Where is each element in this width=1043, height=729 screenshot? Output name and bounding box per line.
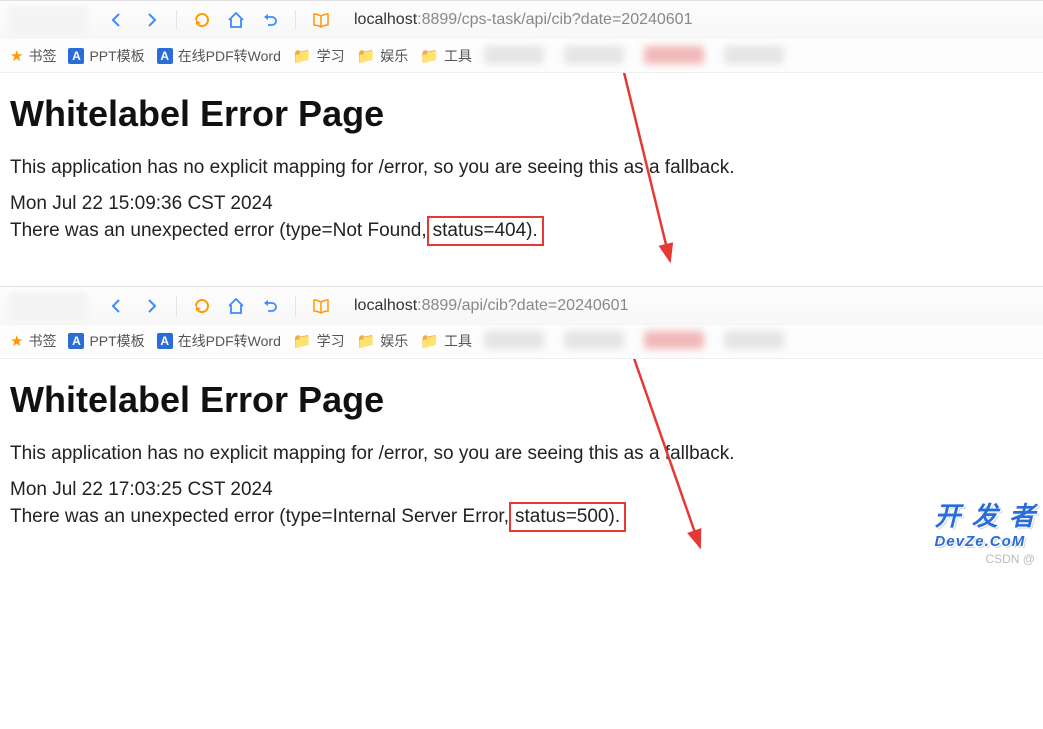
- url-host: localhost: [354, 11, 417, 29]
- bookmark-pdf[interactable]: A在线PDF转Word: [157, 46, 281, 66]
- folder-icon: 📁: [293, 47, 312, 65]
- toolbar-separator: [176, 296, 177, 316]
- error-detail: There was an unexpected error (type=Inte…: [10, 502, 1033, 532]
- home-button[interactable]: [221, 5, 251, 35]
- error-detail: There was an unexpected error (type=Not …: [10, 216, 1033, 246]
- error-timestamp: Mon Jul 22 15:09:36 CST 2024: [10, 191, 1033, 217]
- a-icon: A: [68, 48, 84, 64]
- address-bar[interactable]: localhost:8899/api/cib?date=20240601: [340, 292, 1035, 320]
- bookmark-pdf[interactable]: A在线PDF转Word: [157, 331, 281, 351]
- undo-button[interactable]: [255, 291, 285, 321]
- a-icon: A: [157, 333, 173, 349]
- bookmarks-label[interactable]: ★书签: [10, 331, 56, 351]
- toolbar-separator: [295, 10, 296, 30]
- bookmarks-bar: ★书签 APPT模板 A在线PDF转Word 📁学习 📁娱乐 📁工具: [0, 39, 1043, 73]
- forward-button[interactable]: [136, 291, 166, 321]
- home-button[interactable]: [221, 291, 251, 321]
- bookmarks-bar: ★书签 APPT模板 A在线PDF转Word 📁学习 📁娱乐 📁工具: [0, 325, 1043, 359]
- bookmark-ppt[interactable]: APPT模板: [68, 331, 144, 351]
- star-icon: ★: [10, 47, 23, 65]
- bookmark-ppt[interactable]: APPT模板: [68, 46, 144, 66]
- url-path: :8899/api/cib?date=20240601: [417, 297, 628, 315]
- error-prefix: There was an unexpected error (type=Not …: [10, 220, 427, 241]
- browser-window-1: localhost:8899/cps-task/api/cib?date=202…: [0, 0, 1043, 286]
- folder-icon: 📁: [293, 332, 312, 350]
- bookmark-study[interactable]: 📁学习: [293, 331, 345, 351]
- a-icon: A: [157, 48, 173, 64]
- browser-window-2: localhost:8899/api/cib?date=20240601 ★书签…: [0, 286, 1043, 572]
- url-host: localhost: [354, 297, 417, 315]
- error-message: This application has no explicit mapping…: [10, 441, 1033, 467]
- reader-button[interactable]: [306, 5, 336, 35]
- page-title: Whitelabel Error Page: [10, 93, 1033, 135]
- toolbar-separator: [295, 296, 296, 316]
- folder-icon: 📁: [357, 47, 376, 65]
- tab-stub[interactable]: [8, 291, 88, 321]
- bookmark-tools[interactable]: 📁工具: [420, 46, 472, 66]
- url-path: :8899/cps-task/api/cib?date=20240601: [417, 11, 692, 29]
- error-message: This application has no explicit mapping…: [10, 155, 1033, 181]
- page-content: Whitelabel Error Page This application h…: [0, 359, 1043, 572]
- page-title: Whitelabel Error Page: [10, 379, 1033, 421]
- forward-button[interactable]: [136, 5, 166, 35]
- browser-toolbar: localhost:8899/cps-task/api/cib?date=202…: [0, 1, 1043, 39]
- a-icon: A: [68, 333, 84, 349]
- tab-stub[interactable]: [8, 5, 88, 35]
- star-icon: ★: [10, 332, 23, 350]
- watermark-logo: 开 发 者 DevZe.CoM: [935, 496, 1037, 550]
- toolbar-separator: [176, 10, 177, 30]
- bookmark-entertainment[interactable]: 📁娱乐: [357, 46, 409, 66]
- back-button[interactable]: [102, 5, 132, 35]
- reader-button[interactable]: [306, 291, 336, 321]
- bookmarks-label[interactable]: ★书签: [10, 46, 56, 66]
- error-status-highlight: status=500).: [509, 502, 626, 532]
- folder-icon: 📁: [420, 332, 439, 350]
- reload-button[interactable]: [187, 291, 217, 321]
- page-content: Whitelabel Error Page This application h…: [0, 73, 1043, 286]
- folder-icon: 📁: [357, 332, 376, 350]
- reload-button[interactable]: [187, 5, 217, 35]
- bookmark-blurred: [484, 331, 1033, 351]
- back-button[interactable]: [102, 291, 132, 321]
- bookmark-entertainment[interactable]: 📁娱乐: [357, 331, 409, 351]
- error-prefix: There was an unexpected error (type=Inte…: [10, 506, 509, 527]
- error-status-highlight: status=404).: [427, 216, 544, 246]
- watermark-csdn: CSDN @: [985, 552, 1035, 566]
- browser-toolbar: localhost:8899/api/cib?date=20240601: [0, 287, 1043, 325]
- bookmark-study[interactable]: 📁学习: [293, 46, 345, 66]
- folder-icon: 📁: [420, 47, 439, 65]
- error-timestamp: Mon Jul 22 17:03:25 CST 2024: [10, 477, 1033, 503]
- undo-button[interactable]: [255, 5, 285, 35]
- bookmark-tools[interactable]: 📁工具: [420, 331, 472, 351]
- bookmark-blurred: [484, 46, 1033, 66]
- address-bar[interactable]: localhost:8899/cps-task/api/cib?date=202…: [340, 6, 1035, 34]
